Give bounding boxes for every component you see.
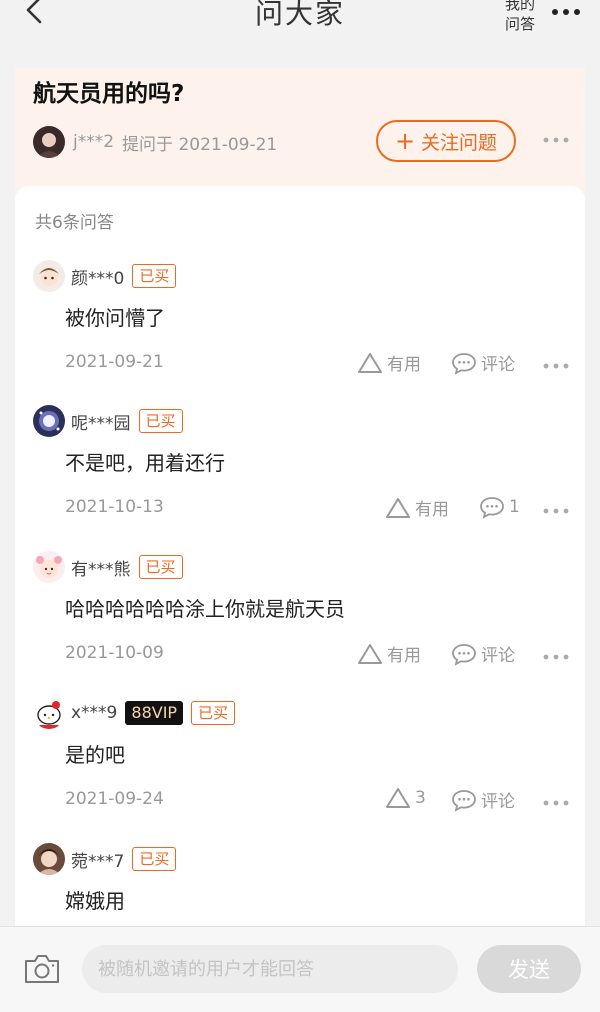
comment-button[interactable]: 评论: [451, 350, 515, 375]
answer-user-name: 有***熊: [71, 559, 131, 580]
useful-button[interactable]: 有用: [385, 495, 449, 520]
my-answers-link[interactable]: 我的问答: [500, 0, 540, 34]
purchased-badge: 已买: [132, 847, 177, 871]
triangle-up-icon: [386, 788, 410, 808]
triangle-up-icon: [386, 497, 410, 518]
top-bar: 问大家 我的问答: [0, 0, 600, 62]
purchased-badge: 已买: [138, 555, 183, 579]
comment-label: 评论: [481, 646, 515, 666]
list-item: 有***熊 已买 哈哈哈哈哈哈涂上你就是航天员 2021-10-09 有用 评论: [15, 549, 585, 694]
answer-more-icon[interactable]: [541, 356, 571, 376]
answer-text: 嫦娥用: [65, 889, 125, 913]
comment-label: 评论: [481, 355, 515, 375]
avatar[interactable]: [33, 697, 65, 729]
camera-icon[interactable]: [22, 952, 62, 986]
purchased-badge: 已买: [191, 701, 236, 725]
useful-label: 有用: [387, 646, 421, 666]
list-item: x***9 88VIP 已买 是的吧 2021-09-24 3 评论: [15, 695, 585, 840]
vip-badge: 88VIP: [125, 701, 184, 725]
answer-date: 2021-09-21: [65, 352, 164, 372]
avatar[interactable]: [33, 126, 65, 158]
answer-text: 被你问懵了: [65, 306, 165, 330]
answer-composer: 发送: [0, 926, 600, 1012]
answer-user-name: 颜***0: [71, 268, 125, 289]
asker-name: j***2: [73, 132, 115, 152]
answer-user-name: 呢***园: [71, 413, 131, 434]
answer-more-icon[interactable]: [541, 647, 571, 667]
follow-question-button[interactable]: + 关注问题: [376, 120, 516, 162]
comment-count: 1: [509, 497, 520, 517]
answer-date: 2021-10-09: [65, 643, 164, 663]
purchased-badge: 已买: [138, 409, 183, 433]
list-item: 菀***7 已买 嫦娥用: [15, 841, 585, 926]
plus-icon: +: [394, 127, 416, 155]
answer-user-line: 颜***0 已买: [33, 258, 177, 294]
answer-user-line: x***9 88VIP 已买: [33, 695, 236, 731]
answer-user-line: 菀***7 已买: [33, 841, 177, 877]
useful-label: 有用: [415, 500, 449, 520]
list-item: 颜***0 已买 被你问懵了 2021-09-21 有用 评论: [15, 258, 585, 403]
send-button[interactable]: 发送: [477, 945, 581, 993]
comment-button[interactable]: 1: [479, 495, 520, 519]
triangle-up-icon: [358, 352, 382, 373]
purchased-badge: 已买: [132, 264, 177, 288]
asker-info: j***2 提问于 2021-09-21: [33, 124, 277, 160]
answer-text: 是的吧: [65, 743, 125, 767]
comment-button[interactable]: 评论: [451, 787, 515, 812]
useful-count: 3: [415, 788, 426, 808]
comment-bubble-icon: [452, 789, 476, 812]
avatar[interactable]: [33, 405, 65, 437]
avatar[interactable]: [33, 260, 65, 292]
asked-time: 提问于 2021-09-21: [122, 134, 278, 155]
comment-bubble-icon: [452, 352, 476, 375]
answer-user-name: 菀***7: [71, 851, 125, 872]
answer-date: 2021-09-24: [65, 789, 164, 809]
comment-bubble-icon: [480, 497, 504, 519]
answers-list: 共6条问答 颜***0 已买 被你问懵了 2021-09-21 有用 评论 呢*…: [15, 186, 585, 926]
answers-count: 共6条问答: [35, 213, 114, 233]
useful-button[interactable]: 有用: [357, 641, 421, 666]
answer-user-name: x***9: [71, 703, 118, 723]
answer-date: 2021-10-13: [65, 497, 164, 517]
question-title: 航天员用的吗?: [33, 81, 185, 107]
useful-button[interactable]: 有用: [357, 350, 421, 375]
list-item: 呢***园 已买 不是吧，用着还行 2021-10-13 有用 1: [15, 403, 585, 548]
comment-label: 评论: [481, 792, 515, 812]
avatar[interactable]: [33, 843, 65, 875]
answer-text: 不是吧，用着还行: [65, 451, 225, 475]
answer-user-line: 呢***园 已买: [33, 403, 183, 439]
answer-more-icon[interactable]: [541, 501, 571, 521]
more-options-icon[interactable]: [548, 0, 584, 24]
answer-text: 哈哈哈哈哈哈涂上你就是航天员: [65, 597, 345, 621]
answer-more-icon[interactable]: [541, 793, 571, 813]
comment-button[interactable]: 评论: [451, 641, 515, 666]
useful-button[interactable]: 3: [385, 787, 426, 809]
useful-label: 有用: [387, 355, 421, 375]
question-more-icon[interactable]: [541, 130, 571, 150]
comment-bubble-icon: [452, 643, 476, 666]
follow-label: 关注问题: [421, 131, 498, 154]
answer-input[interactable]: [82, 945, 458, 993]
triangle-up-icon: [358, 643, 382, 664]
answer-user-line: 有***熊 已买: [33, 549, 183, 585]
question-card: 航天员用的吗? j***2 提问于 2021-09-21 + 关注问题: [15, 68, 585, 198]
avatar[interactable]: [33, 551, 65, 583]
